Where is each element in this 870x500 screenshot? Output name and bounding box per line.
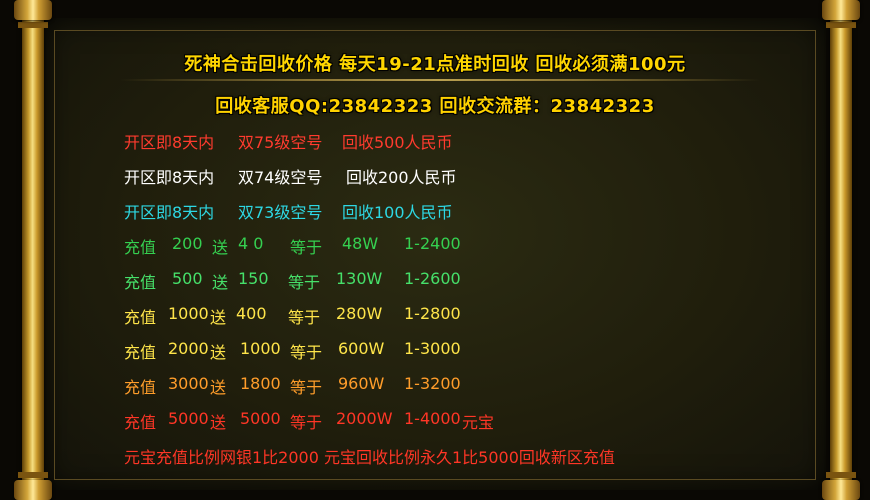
bonus-amount: 150 <box>238 269 269 288</box>
recycle-period: 开区即8天内 <box>124 133 215 152</box>
bonus-amount: 1800 <box>240 374 281 393</box>
recycle-item: 双75级空号 <box>238 133 323 152</box>
recharge-amount: 3000 <box>168 374 209 393</box>
recycle-item: 双73级空号 <box>238 203 323 222</box>
recycle-item: 双74级空号 <box>238 168 323 187</box>
exchange-ratio: 1-4000 <box>404 409 461 428</box>
equals-label: 等于 <box>290 413 323 432</box>
recharge-amount: 1000 <box>168 304 209 323</box>
gold-value: 130W <box>336 269 383 288</box>
recharge-label: 充值 <box>124 308 157 327</box>
title-divider <box>120 79 760 81</box>
gold-value: 2000W <box>336 409 393 428</box>
right-rod-band-top <box>826 22 856 28</box>
recharge-label: 充值 <box>124 343 157 362</box>
equals-label: 等于 <box>288 273 321 292</box>
recycle-price: 回收500人民币 <box>342 133 453 152</box>
recycle-price: 回收100人民币 <box>342 203 453 222</box>
exchange-ratio: 1-3200 <box>404 374 461 393</box>
equals-label: 等于 <box>290 238 323 257</box>
bonus-amount: 5000 <box>240 409 281 428</box>
bonus-label: 送 <box>210 308 227 327</box>
bonus-label: 送 <box>212 273 229 292</box>
recharge-amount: 500 <box>172 269 203 288</box>
left-rod-band-bottom <box>18 472 48 478</box>
right-rod-band-bottom <box>826 472 856 478</box>
recharge-amount: 200 <box>172 234 203 253</box>
left-rod-band-top <box>18 22 48 28</box>
equals-label: 等于 <box>288 308 321 327</box>
recycle-period: 开区即8天内 <box>124 168 215 187</box>
bonus-amount: 400 <box>236 304 267 323</box>
left-rod-bottom-cap <box>14 480 52 500</box>
bonus-label: 送 <box>210 378 227 397</box>
recycle-period: 开区即8天内 <box>124 203 215 222</box>
left-rod-top-cap <box>14 0 52 20</box>
title-line-2: 回收客服QQ:23842323 回收交流群：23842323 <box>215 96 655 117</box>
yuanbao-suffix: 元宝 <box>462 413 495 432</box>
recharge-amount: 2000 <box>168 339 209 358</box>
gold-value: 280W <box>336 304 383 323</box>
title-line-1: 死神合击回收价格 每天19-21点准时回收 回收必须满100元 <box>184 54 686 75</box>
bonus-label: 送 <box>212 238 229 257</box>
gold-value: 600W <box>338 339 385 358</box>
bonus-amount: 4 0 <box>238 234 264 253</box>
recharge-label: 充值 <box>124 238 157 257</box>
right-rod-top-cap <box>822 0 860 20</box>
recharge-amount: 5000 <box>168 409 209 428</box>
recharge-label: 充值 <box>124 273 157 292</box>
gold-value: 48W <box>342 234 379 253</box>
bonus-label: 送 <box>210 413 227 432</box>
exchange-ratio: 1-2600 <box>404 269 461 288</box>
recycle-price: 回收200人民币 <box>346 168 457 187</box>
equals-label: 等于 <box>290 343 323 362</box>
footer-note: 元宝充值比例网银1比2000 元宝回收比例永久1比5000回收新区充值 <box>124 448 615 467</box>
bonus-amount: 1000 <box>240 339 281 358</box>
recharge-label: 充值 <box>124 413 157 432</box>
exchange-ratio: 1-2800 <box>404 304 461 323</box>
right-rod-bottom-cap <box>822 480 860 500</box>
exchange-ratio: 1-3000 <box>404 339 461 358</box>
recharge-label: 充值 <box>124 378 157 397</box>
gold-value: 960W <box>338 374 385 393</box>
exchange-ratio: 1-2400 <box>404 234 461 253</box>
equals-label: 等于 <box>290 378 323 397</box>
bonus-label: 送 <box>210 343 227 362</box>
